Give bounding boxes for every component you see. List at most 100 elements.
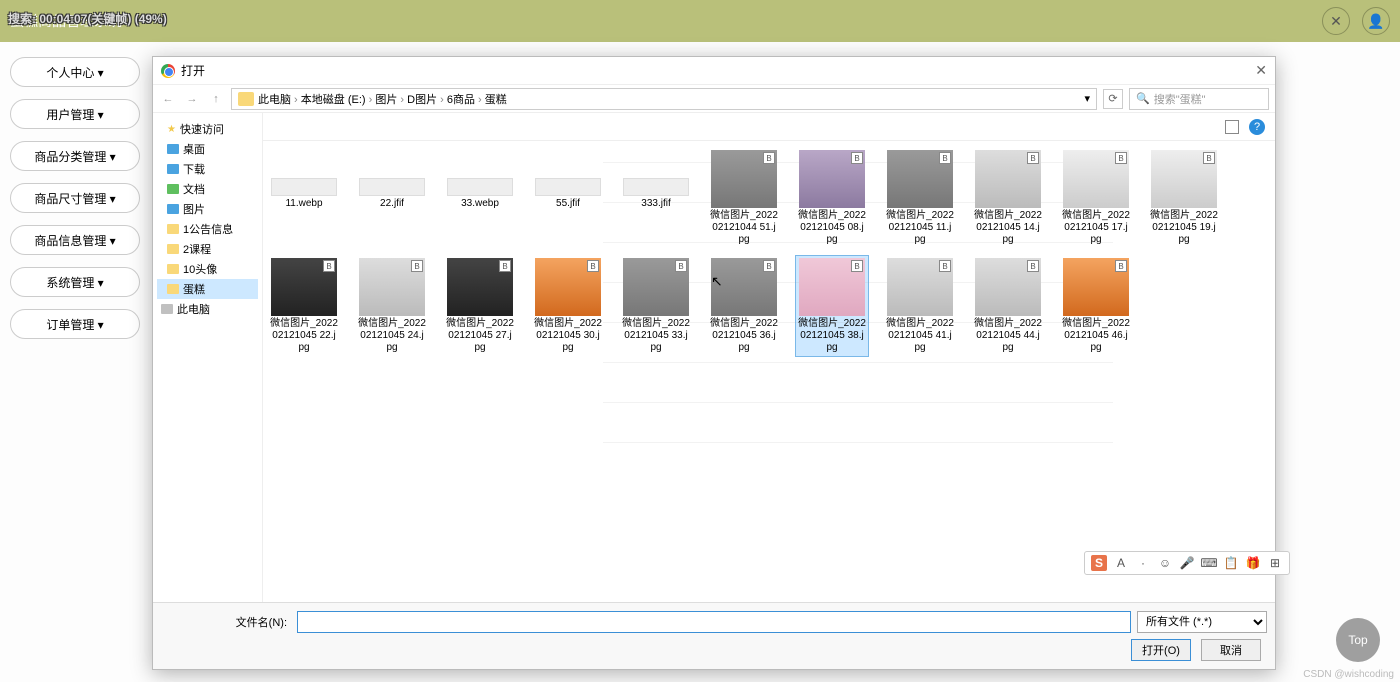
file-item[interactable]: B 微信图片_202202121045 22.jpg <box>267 255 341 357</box>
tree-item[interactable]: 蛋糕 <box>157 279 258 299</box>
sidebar-item-6[interactable]: 订单管理 ▾ <box>10 309 140 339</box>
ime-icon-0[interactable]: S <box>1091 555 1107 571</box>
tree-item[interactable]: 10头像 <box>157 259 258 279</box>
view-mode-icon[interactable] <box>1225 120 1239 134</box>
sidebar-item-1[interactable]: 用户管理 ▾ <box>10 99 140 129</box>
file-name: 微信图片_202202121045 41.jpg <box>886 318 954 354</box>
thumbnail-badge: B <box>323 260 335 272</box>
file-thumbnail: B <box>887 258 953 316</box>
file-thumbnail <box>623 178 689 196</box>
tree-item[interactable]: 1公告信息 <box>157 219 258 239</box>
file-item[interactable]: B 微信图片_202202121045 46.jpg <box>1059 255 1133 357</box>
sidebar-item-5[interactable]: 系统管理 ▾ <box>10 267 140 297</box>
tree-item[interactable]: 图片 <box>157 199 258 219</box>
file-item[interactable]: B微信图片_202202121045 08.jpg <box>795 147 869 249</box>
file-item[interactable]: B微信图片_202202121044 51.jpg <box>707 147 781 249</box>
topbar-user-icon[interactable]: 👤 <box>1362 7 1390 35</box>
sidebar-item-4[interactable]: 商品信息管理 ▾ <box>10 225 140 255</box>
nav-forward-icon[interactable]: → <box>183 90 201 108</box>
tree-item[interactable]: 2课程 <box>157 239 258 259</box>
topbar-close-icon[interactable]: ✕ <box>1322 7 1350 35</box>
nav-up-icon[interactable]: ↑ <box>207 90 225 108</box>
file-item[interactable]: B微信图片_202202121045 44.jpg <box>971 255 1045 357</box>
back-to-top-button[interactable]: Top <box>1336 618 1380 662</box>
file-item[interactable]: 22.jfif <box>355 147 429 249</box>
cancel-button[interactable]: 取消 <box>1201 639 1261 661</box>
file-item[interactable]: 33.webp <box>443 147 517 249</box>
file-thumbnail: B <box>711 150 777 208</box>
folder-icon <box>167 244 179 254</box>
file-item[interactable]: B微信图片_202202121045 27.jpg <box>443 255 517 357</box>
breadcrumb-segment[interactable]: 图片 <box>375 94 397 106</box>
filename-input[interactable] <box>297 611 1131 633</box>
breadcrumb-dropdown-icon[interactable]: ▾ <box>1084 92 1090 105</box>
file-item[interactable]: B微信图片_202202121045 41.jpg <box>883 255 957 357</box>
file-thumbnail: B <box>1063 258 1129 316</box>
file-item[interactable]: 333.jfif <box>619 147 693 249</box>
tree-item[interactable]: 文档 <box>157 179 258 199</box>
breadcrumb-segment[interactable]: 6商品 <box>447 94 475 106</box>
file-name: 微信图片_202202121045 44.jpg <box>974 318 1042 354</box>
ime-icon-2[interactable]: · <box>1135 555 1151 571</box>
sidebar-item-3[interactable]: 商品尺寸管理 ▾ <box>10 183 140 213</box>
file-filter-select[interactable]: 所有文件 (*.*) <box>1137 611 1267 633</box>
ime-icon-3[interactable]: ☺ <box>1157 555 1173 571</box>
file-name: 微信图片_202202121045 33.jpg <box>622 318 690 354</box>
ime-icon-7[interactable]: 🎁 <box>1245 555 1261 571</box>
file-item[interactable]: B微信图片_202202121045 30.jpg <box>531 255 605 357</box>
ime-icon-1[interactable]: A <box>1113 555 1129 571</box>
ime-icon-4[interactable]: 🎤 <box>1179 555 1195 571</box>
thumbnail-badge: B <box>1115 260 1127 272</box>
breadcrumb-segment[interactable]: 本地磁盘 (E:) <box>301 94 366 106</box>
file-item[interactable]: B微信图片_202202121045 17.jpg <box>1059 147 1133 249</box>
file-item[interactable]: B微信图片_202202121045 14.jpg <box>971 147 1045 249</box>
nav-refresh-icon[interactable]: ⟳ <box>1103 89 1123 109</box>
nav-back-icon[interactable]: ← <box>159 90 177 108</box>
app-sidebar: 个人中心 ▾ 用户管理 ▾ 商品分类管理 ▾ 商品尺寸管理 ▾ 商品信息管理 ▾ 系统管理… <box>0 42 150 682</box>
file-thumbnail: B <box>447 258 513 316</box>
tree-quick-access[interactable]: ★快速访问 <box>157 119 258 139</box>
tree-this-pc[interactable]: 此电脑 <box>157 299 258 319</box>
file-thumbnail: B <box>1063 150 1129 208</box>
file-item[interactable]: B微信图片_202202121045 11.jpg <box>883 147 957 249</box>
breadcrumb[interactable]: 此电脑 › 本地磁盘 (E:) › 图片 › D图片 › 6商品 › 蛋糕 ▾ <box>231 88 1097 110</box>
file-item[interactable]: 11.webp <box>267 147 341 249</box>
file-name: 微信图片_202202121045 38.jpg <box>798 318 866 354</box>
file-item[interactable]: 55.jfif <box>531 147 605 249</box>
breadcrumb-segment[interactable]: 蛋糕 <box>485 94 507 106</box>
thumbnail-badge: B <box>587 260 599 272</box>
file-thumbnail: B <box>975 150 1041 208</box>
search-input[interactable]: 🔍 搜索"蛋糕" <box>1129 88 1269 110</box>
thumbnail-badge: B <box>411 260 423 272</box>
help-icon[interactable]: ? <box>1249 119 1265 135</box>
file-name: 微信图片_202202121045 46.jpg <box>1062 318 1130 354</box>
filename-label: 文件名(N): <box>161 614 291 630</box>
tree-item[interactable]: 下载 <box>157 159 258 179</box>
file-name: 微信图片_202202121045 22.jpg <box>270 318 338 354</box>
ime-icon-5[interactable]: ⌨ <box>1201 555 1217 571</box>
open-button[interactable]: 打开(O) <box>1131 639 1191 661</box>
file-item[interactable]: B微信图片_202202121045 19.jpg <box>1147 147 1221 249</box>
file-item[interactable]: B微信图片_202202121045 24.jpg <box>355 255 429 357</box>
file-name: 22.jfif <box>380 198 404 210</box>
search-icon: 🔍 <box>1136 92 1150 105</box>
sidebar-item-0[interactable]: 个人中心 ▾ <box>10 57 140 87</box>
thumbnail-badge: B <box>851 260 863 272</box>
file-name: 微信图片_202202121045 14.jpg <box>974 210 1042 246</box>
file-item[interactable]: B 微信图片_202202121045 38.jpg <box>795 255 869 357</box>
file-thumbnail <box>271 178 337 196</box>
file-item[interactable]: B微信图片_202202121045 33.jpg <box>619 255 693 357</box>
ime-icon-8[interactable]: ⊞ <box>1267 555 1283 571</box>
breadcrumb-segment[interactable]: 此电脑 <box>258 94 291 106</box>
breadcrumb-segment[interactable]: D图片 <box>407 94 437 106</box>
overlay-search-text: 搜索: 00:04:07(关键帧) (49%) <box>8 10 167 27</box>
thumbnail-badge: B <box>763 260 775 272</box>
dialog-close-button[interactable]: ✕ <box>1255 62 1267 79</box>
ime-icon-6[interactable]: 📋 <box>1223 555 1239 571</box>
sidebar-item-2[interactable]: 商品分类管理 ▾ <box>10 141 140 171</box>
tree-item[interactable]: 桌面 <box>157 139 258 159</box>
file-item[interactable]: B 微信图片_202202121045 36.jpg <box>707 255 781 357</box>
app-topbar: 蛋糕商品管理系统 ✕ 👤 <box>0 0 1400 42</box>
file-name: 微信图片_202202121045 36.jpg <box>710 318 778 354</box>
file-name: 微信图片_202202121045 27.jpg <box>446 318 514 354</box>
